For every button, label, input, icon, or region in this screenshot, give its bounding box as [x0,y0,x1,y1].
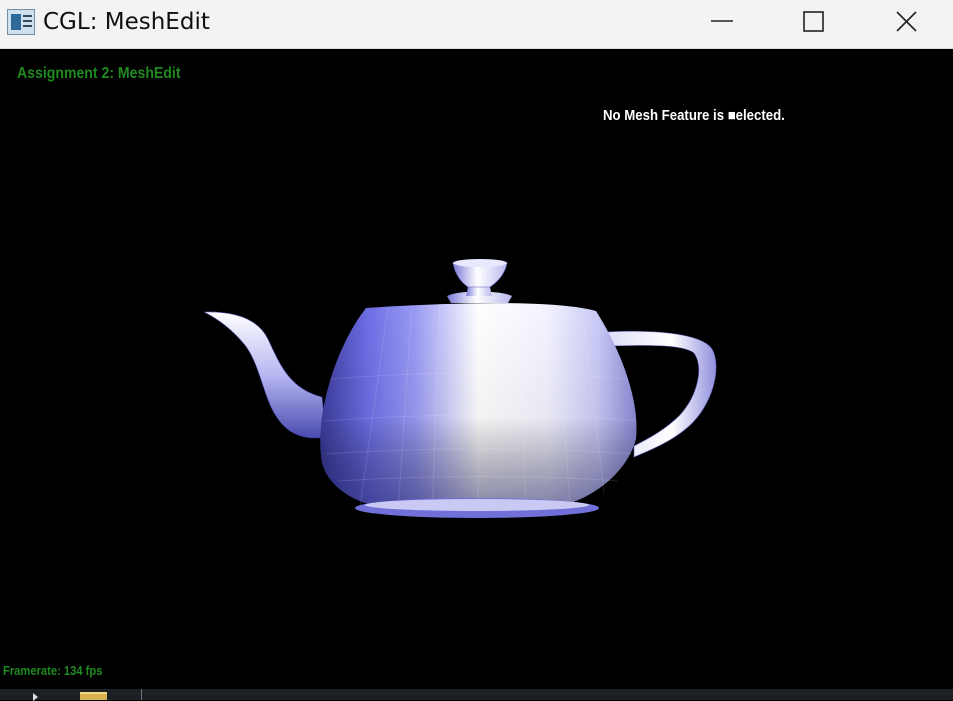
framerate-readout: Framerate: 134 fps [3,663,103,678]
render-viewport[interactable]: Assignment 2: MeshEdit No Mesh Feature i… [0,49,953,689]
close-button[interactable] [861,0,953,44]
maximize-button[interactable] [768,0,860,44]
app-window-icon [7,9,35,35]
file-explorer-icon[interactable] [80,692,107,700]
teapot-mesh[interactable] [0,49,953,689]
minimize-button[interactable] [676,0,768,44]
title-bar[interactable]: CGL: MeshEdit [0,0,953,49]
maximize-icon [803,11,824,32]
minimize-icon [711,20,733,22]
close-icon [896,11,917,32]
taskbar-divider [141,689,142,700]
taskbar [0,689,953,701]
window-title: CGL: MeshEdit [43,9,210,35]
